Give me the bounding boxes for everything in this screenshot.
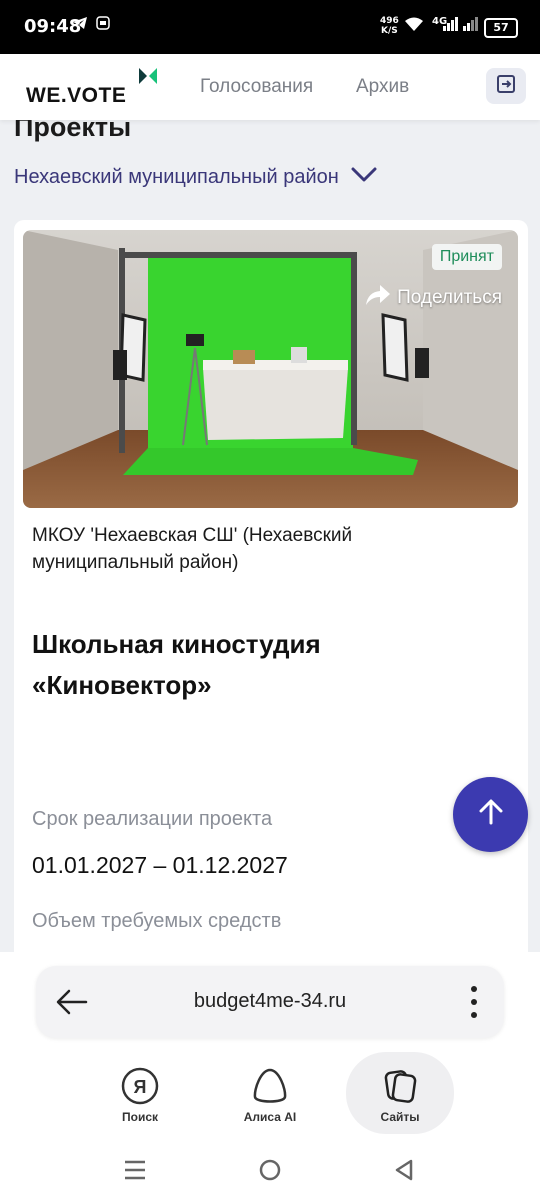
- address-bar[interactable]: budget4me-34.ru: [36, 966, 504, 1038]
- nav-archive[interactable]: Архив: [356, 76, 409, 98]
- tab-sites-label: Сайты: [380, 1110, 420, 1124]
- logo-mark-icon: [139, 68, 157, 89]
- tab-search[interactable]: Я Поиск: [85, 1062, 195, 1124]
- tab-alice-label: Алиса AI: [243, 1110, 297, 1124]
- signal-icon-2: [462, 16, 478, 36]
- more-vert-icon[interactable]: [470, 984, 478, 1025]
- period-label: Срок реализации проекта: [32, 808, 273, 830]
- organization-name: МКОУ 'Нехаевская СШ' (Нехаевский муницип…: [32, 525, 353, 573]
- logout-button[interactable]: [486, 68, 526, 104]
- project-photo[interactable]: Принят Поделиться: [23, 230, 518, 508]
- tab-sites[interactable]: Сайты: [345, 1062, 455, 1124]
- region-label: Нехаевский муниципальный район: [14, 166, 339, 188]
- share-label: Поделиться: [397, 287, 502, 308]
- wifi-icon: [404, 16, 424, 36]
- period-value: 01.01.2027 – 01.12.2027: [32, 852, 288, 878]
- arrow-up-icon: [476, 797, 506, 832]
- region-dropdown[interactable]: Нехаевский муниципальный район: [14, 166, 377, 189]
- system-nav-bar: [0, 1140, 540, 1200]
- status-bar: 09:48 496 K/S 4G 57: [0, 0, 540, 54]
- nav-votes[interactable]: Голосования: [200, 76, 313, 98]
- svg-text:Я: Я: [134, 1077, 147, 1097]
- battery-indicator: 57: [484, 18, 518, 38]
- tabs-icon: [345, 1062, 455, 1110]
- funds-label: Объем требуемых средств: [32, 910, 282, 932]
- share-icon: [365, 284, 391, 312]
- logo[interactable]: WE.VOTE: [26, 84, 126, 108]
- recent-apps-icon[interactable]: [124, 1160, 146, 1185]
- project-card[interactable]: Принят Поделиться МКОУ 'Нехаевская СШ' (…: [14, 220, 528, 980]
- scroll-top-button[interactable]: [453, 777, 528, 852]
- network-speed: 496 K/S: [380, 16, 399, 36]
- project-title[interactable]: Школьная киностудия «Киновектор»: [32, 624, 332, 706]
- chevron-down-icon: [351, 166, 377, 189]
- alice-icon: [215, 1062, 325, 1110]
- home-icon[interactable]: [259, 1159, 281, 1186]
- tab-alice[interactable]: Алиса AI: [215, 1062, 325, 1124]
- back-icon[interactable]: [394, 1159, 414, 1186]
- url-text[interactable]: budget4me-34.ru: [36, 990, 504, 1013]
- site-header: WE.VOTE Голосования Архив: [0, 54, 540, 120]
- signal-icon: [442, 16, 458, 36]
- status-badge: Принят: [431, 244, 502, 270]
- yandex-icon: Я: [85, 1062, 195, 1110]
- notification-icon: [96, 16, 110, 34]
- logout-icon: [495, 73, 517, 100]
- tab-search-label: Поиск: [121, 1110, 158, 1124]
- telegram-icon: [72, 16, 88, 34]
- share-button[interactable]: Поделиться: [365, 284, 502, 312]
